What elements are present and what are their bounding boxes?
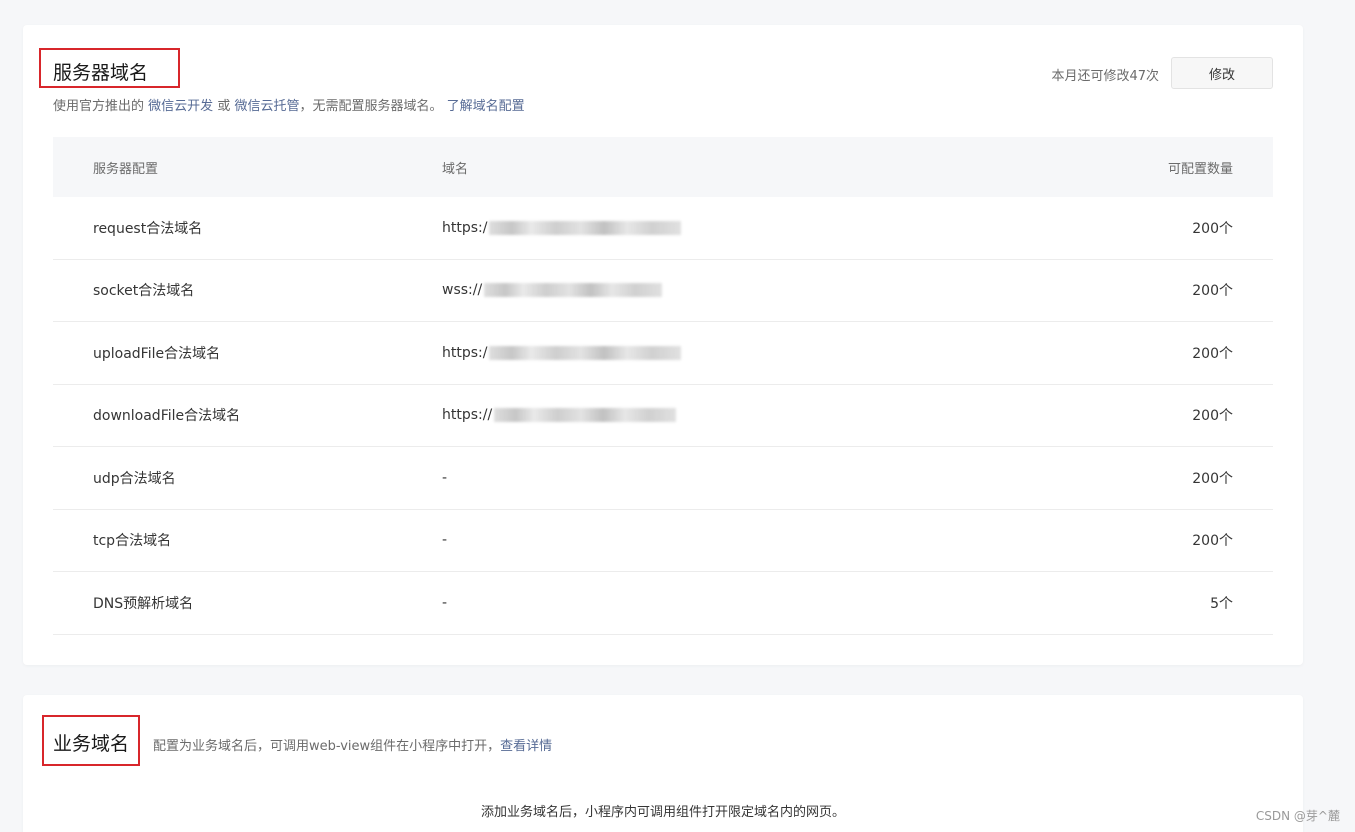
row-domain: https:// [442, 407, 1042, 423]
watermark: CSDN @芽^麓 [1255, 809, 1340, 823]
cloud-dev-link[interactable]: 微信云开发 [148, 99, 213, 114]
server-domain-desc: 使用官方推出的 微信云开发 或 微信云托管，无需配置服务器域名。 了解域名配置 [53, 99, 525, 114]
redacted-domain [484, 283, 663, 298]
row-count: 5个 [1210, 595, 1233, 612]
server-domain-title: 服务器域名 [53, 62, 149, 84]
business-domain-card: 业务域名 配置为业务域名后，可调用web-view组件在小程序中打开，查看详情 … [23, 695, 1303, 832]
column-header-count: 可配置数量 [1167, 161, 1233, 177]
table-row: uploadFile合法域名 https:/ 200个 [53, 322, 1273, 385]
row-domain: - [442, 532, 448, 549]
table-row: request合法域名 https:/ 200个 [53, 197, 1273, 260]
row-count: 200个 [1192, 220, 1233, 237]
server-domain-card: 服务器域名 使用官方推出的 微信云开发 或 微信云托管，无需配置服务器域名。 了… [23, 25, 1303, 665]
table-row: tcp合法域名 - 200个 [53, 510, 1273, 572]
row-config-name: request合法域名 [93, 220, 203, 237]
table-row: udp合法域名 - 200个 [53, 447, 1273, 510]
row-config-name: downloadFile合法域名 [93, 408, 241, 425]
row-domain: https:/ [442, 220, 1042, 236]
row-domain: wss:// [442, 282, 1042, 298]
redacted-domain [489, 220, 682, 235]
row-count: 200个 [1192, 470, 1233, 487]
cloud-hosting-link[interactable]: 微信云托管 [234, 99, 299, 114]
row-domain: - [442, 469, 448, 486]
row-domain: - [442, 594, 448, 611]
view-details-link[interactable]: 查看详情 [500, 739, 552, 754]
row-config-name: udp合法域名 [93, 470, 176, 487]
modify-quota-text: 本月还可修改47次 [1051, 69, 1159, 84]
table-header: 服务器配置 域名 可配置数量 [53, 137, 1273, 197]
row-count: 200个 [1192, 533, 1233, 550]
row-config-name: socket合法域名 [93, 283, 195, 300]
row-domain: https:/ [442, 345, 1042, 361]
business-domain-hint: 添加业务域名后，小程序内可调用组件打开限定域名内的网页。 [480, 805, 845, 820]
row-config-name: DNS预解析域名 [93, 595, 194, 612]
edit-button[interactable]: 修改 [1171, 57, 1273, 89]
row-config-name: tcp合法域名 [93, 533, 172, 550]
table-row: downloadFile合法域名 https:// 200个 [53, 385, 1273, 447]
server-domain-table: 服务器配置 域名 可配置数量 request合法域名 https:/ 200个 … [53, 137, 1273, 635]
row-config-name: uploadFile合法域名 [93, 345, 221, 362]
table-row: socket合法域名 wss:// 200个 [53, 260, 1273, 322]
row-count: 200个 [1192, 408, 1233, 425]
business-domain-desc: 配置为业务域名后，可调用web-view组件在小程序中打开，查看详情 [153, 739, 553, 754]
learn-domain-config-link[interactable]: 了解域名配置 [447, 99, 525, 114]
row-count: 200个 [1192, 345, 1233, 362]
redacted-domain [489, 345, 682, 360]
column-header-domain: 域名 [442, 161, 469, 177]
table-row: DNS预解析域名 - 5个 [53, 572, 1273, 635]
business-domain-title: 业务域名 [53, 733, 130, 755]
redacted-domain [494, 408, 677, 423]
row-count: 200个 [1192, 283, 1233, 300]
column-header-server-config: 服务器配置 [93, 161, 159, 177]
